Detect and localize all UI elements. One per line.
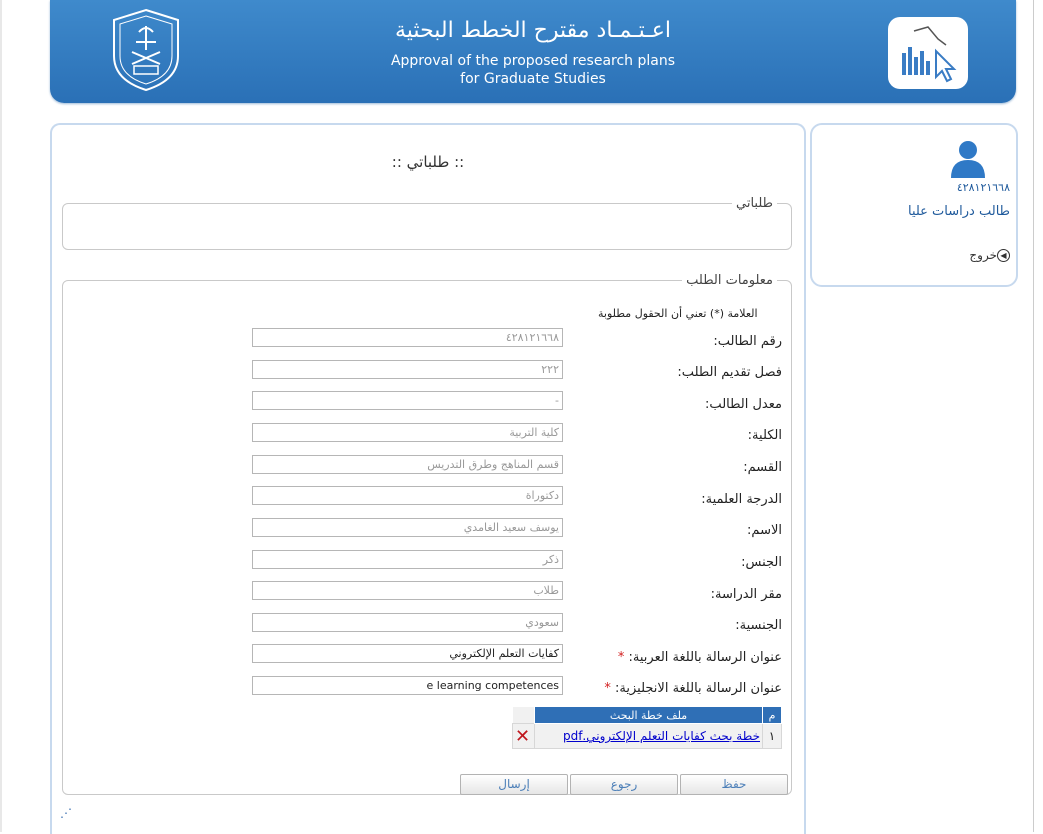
user-role: طالب دراسات عليا bbox=[907, 204, 1010, 219]
row-number: ١ bbox=[762, 723, 782, 749]
window-right-edge bbox=[1033, 0, 1034, 832]
logout-link[interactable]: ◀خروج bbox=[969, 248, 1010, 262]
thesis-title-ar-label: عنوان الرسالة باللغة العربية: * bbox=[617, 650, 782, 665]
student-gpa-label: معدل الطالب: bbox=[705, 397, 782, 412]
user-avatar-icon bbox=[951, 141, 985, 178]
back-button[interactable]: رجوع bbox=[570, 774, 678, 795]
logout-label: خروج bbox=[969, 248, 997, 262]
user-id: ٤٢٨١٢١٦٦٨ bbox=[956, 181, 1010, 194]
student-number-field[interactable]: ٤٢٨١٢١٦٦٨ bbox=[252, 328, 563, 347]
application-semester-label: فصل تقديم الطلب: bbox=[677, 365, 782, 380]
page-title: :: طلباتي :: bbox=[391, 153, 465, 171]
student-gpa-field[interactable]: - bbox=[252, 391, 563, 410]
file-cell: خطة بحث كفايات التعلم الإلكتروني.pdf bbox=[534, 723, 763, 749]
bar-chart-cursor-icon bbox=[902, 26, 957, 83]
delete-icon[interactable]: ✕ bbox=[515, 726, 530, 747]
research-chart-logo bbox=[888, 17, 968, 89]
department-label: القسم: bbox=[743, 460, 782, 475]
window-left-edge bbox=[0, 0, 2, 832]
delete-cell: ✕ bbox=[511, 723, 536, 749]
study-location-label: مقر الدراسة: bbox=[710, 587, 782, 602]
col-file-header: ملف خطة البحث bbox=[534, 706, 763, 724]
college-field[interactable]: كلية التربية bbox=[252, 423, 563, 442]
thesis-title-ar-input[interactable]: كفايات التعلم الإلكتروني bbox=[252, 644, 563, 663]
department-field[interactable]: قسم المناهج وطرق التدريس bbox=[252, 455, 563, 474]
header-title-english-line1: Approval of the proposed research plans bbox=[390, 53, 676, 69]
user-panel: ٤٢٨١٢١٦٦٨ طالب دراسات عليا ◀خروج bbox=[810, 123, 1018, 287]
files-table-spacer bbox=[512, 706, 535, 724]
corner-mark-icon: ⋰ bbox=[60, 806, 72, 820]
send-button[interactable]: إرسال bbox=[460, 774, 568, 795]
site-header: اعـتـمـاد مقترح الخطط البحثية Approval o… bbox=[50, 0, 1016, 103]
degree-field[interactable]: دكتوراة bbox=[252, 486, 563, 505]
table-row: ١ خطة بحث كفايات التعلم الإلكتروني.pdf ✕ bbox=[511, 723, 782, 749]
header-title-arabic: اعـتـمـاد مقترح الخطط البحثية bbox=[395, 18, 671, 43]
name-label: الاسم: bbox=[747, 523, 782, 538]
col-number-header: م bbox=[762, 706, 782, 724]
thesis-title-en-input[interactable]: e learning competences bbox=[252, 676, 563, 695]
name-field[interactable]: يوسف سعيد الغامدي bbox=[252, 518, 563, 537]
header-title-english-line2: for Graduate Studies bbox=[460, 71, 606, 87]
nationality-label: الجنسية: bbox=[735, 618, 782, 633]
logout-arrow-icon: ◀ bbox=[997, 249, 1010, 262]
application-semester-field[interactable]: ٢٢٢ bbox=[252, 360, 563, 379]
gender-field[interactable]: ذكر bbox=[252, 550, 563, 569]
thesis-title-en-label: عنوان الرسالة باللغة الانجليزية: * bbox=[604, 681, 782, 696]
request-info-legend: معلومات الطلب bbox=[686, 273, 773, 288]
files-table-header: م ملف خطة البحث bbox=[512, 706, 782, 724]
save-button[interactable]: حفظ bbox=[680, 774, 788, 795]
nationality-field[interactable]: سعودي bbox=[252, 613, 563, 632]
my-requests-legend: طلباتي bbox=[736, 196, 773, 211]
gender-label: الجنس: bbox=[741, 555, 782, 570]
main-panel: :: طلباتي :: طلباتي معلومات الطلب العلام… bbox=[50, 123, 806, 834]
research-plan-files-table: م ملف خطة البحث ١ خطة بحث كفايات التعلم … bbox=[511, 706, 782, 749]
file-link[interactable]: خطة بحث كفايات التعلم الإلكتروني.pdf bbox=[563, 729, 760, 743]
required-fields-note: العلامة (*) تعني أن الحقول مطلوبة bbox=[598, 307, 758, 320]
required-mark: * bbox=[604, 681, 611, 696]
degree-label: الدرجة العلمية: bbox=[701, 492, 782, 507]
my-requests-section: طلباتي bbox=[62, 196, 792, 250]
student-number-label: رقم الطالب: bbox=[713, 334, 782, 349]
required-mark: * bbox=[617, 650, 625, 665]
study-location-field[interactable]: طلاب bbox=[252, 581, 563, 600]
college-label: الكلية: bbox=[747, 428, 782, 443]
